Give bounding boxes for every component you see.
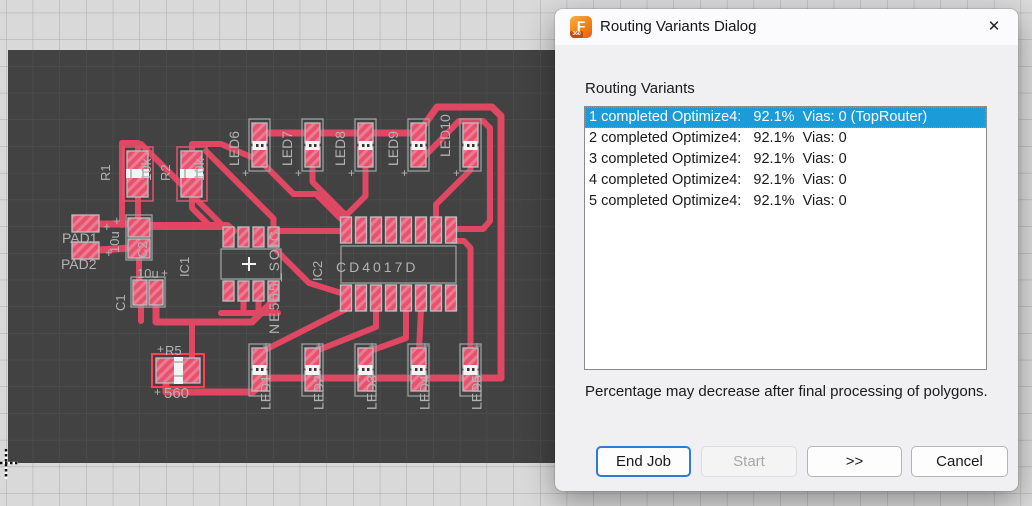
label-led3: LED3 bbox=[364, 375, 380, 410]
variants-listbox[interactable]: 1 completed Optimize4: 92.1% Vias: 0 (To… bbox=[584, 106, 987, 370]
plus-mark: + bbox=[422, 339, 429, 353]
plus-mark: + bbox=[113, 213, 121, 228]
label-led8: LED8 bbox=[332, 131, 348, 166]
label-led6: LED6 bbox=[226, 131, 242, 166]
label-ic2-value: CD4017D bbox=[336, 259, 418, 275]
label-c2: C2 bbox=[135, 241, 150, 258]
variant-row-3[interactable]: 3 completed Optimize4: 92.1% Vias: 0 bbox=[585, 149, 986, 170]
label-c1: C1 bbox=[113, 294, 128, 311]
label-r5: R5 bbox=[165, 343, 182, 358]
r5-component[interactable] bbox=[152, 354, 204, 387]
cancel-button[interactable]: Cancel bbox=[911, 446, 1008, 477]
label-ic1-value: NE555_SOIC bbox=[266, 229, 282, 334]
close-icon[interactable]: ✕ bbox=[983, 17, 1005, 37]
label-r5-value: 560 bbox=[164, 385, 189, 402]
label-led2: LED2 bbox=[311, 375, 327, 410]
label-r2-value: 10k bbox=[191, 157, 207, 181]
label-c1-value: 10u bbox=[137, 266, 159, 281]
label-ic1: IC1 bbox=[177, 257, 192, 277]
plus-mark: + bbox=[348, 166, 355, 180]
label-led1: LED1 bbox=[258, 375, 274, 410]
more-button[interactable]: >> bbox=[807, 446, 902, 477]
plus-mark: + bbox=[369, 339, 376, 353]
label-pad1: PAD1 bbox=[62, 230, 98, 246]
plus-mark: + bbox=[401, 166, 408, 180]
label-led5: LED5 bbox=[469, 375, 485, 410]
label-led10: LED10 bbox=[437, 114, 453, 157]
app-stage: PAD1 PAD2 + + + R1 10k R2 10k 10u C2 C1 … bbox=[0, 0, 1032, 506]
plus-mark: + bbox=[453, 166, 460, 180]
label-c2-value: 10u bbox=[107, 231, 122, 253]
label-ic2: IC2 bbox=[310, 261, 325, 281]
dialog-titlebar[interactable]: F 360 Routing Variants Dialog ✕ bbox=[555, 9, 1018, 45]
variant-row-1[interactable]: 1 completed Optimize4: 92.1% Vias: 0 (To… bbox=[585, 107, 986, 128]
label-led9: LED9 bbox=[385, 131, 401, 166]
end-job-button[interactable]: End Job bbox=[596, 446, 691, 477]
label-r1-value: 10k bbox=[138, 157, 154, 181]
polygon-note: Percentage may decrease after final proc… bbox=[585, 383, 988, 400]
label-r1: R1 bbox=[98, 164, 113, 181]
fusion-app-icon-badge: 360 bbox=[570, 31, 583, 38]
plus-mark: + bbox=[316, 339, 323, 353]
routing-variants-dialog: F 360 Routing Variants Dialog ✕ Routing … bbox=[555, 9, 1018, 491]
label-led7: LED7 bbox=[279, 131, 295, 166]
plus-mark: + bbox=[154, 385, 161, 399]
plus-mark: + bbox=[161, 266, 168, 280]
dialog-title: Routing Variants Dialog bbox=[600, 18, 756, 35]
variant-row-2[interactable]: 2 completed Optimize4: 92.1% Vias: 0 bbox=[585, 128, 986, 149]
variant-row-4[interactable]: 4 completed Optimize4: 92.1% Vias: 0 bbox=[585, 170, 986, 191]
plus-mark: + bbox=[474, 339, 481, 353]
plus-mark: + bbox=[295, 166, 302, 180]
plus-mark: + bbox=[157, 342, 164, 356]
label-pad2: PAD2 bbox=[61, 256, 97, 272]
plus-mark: + bbox=[242, 166, 249, 180]
variant-row-5[interactable]: 5 completed Optimize4: 92.1% Vias: 0 bbox=[585, 191, 986, 212]
plus-mark: + bbox=[263, 339, 270, 353]
label-r2: R2 bbox=[158, 164, 173, 181]
start-button[interactable]: Start bbox=[701, 446, 797, 477]
routing-variants-label: Routing Variants bbox=[585, 80, 695, 97]
fusion-app-icon: F 360 bbox=[570, 16, 592, 38]
label-led4: LED4 bbox=[417, 375, 433, 410]
